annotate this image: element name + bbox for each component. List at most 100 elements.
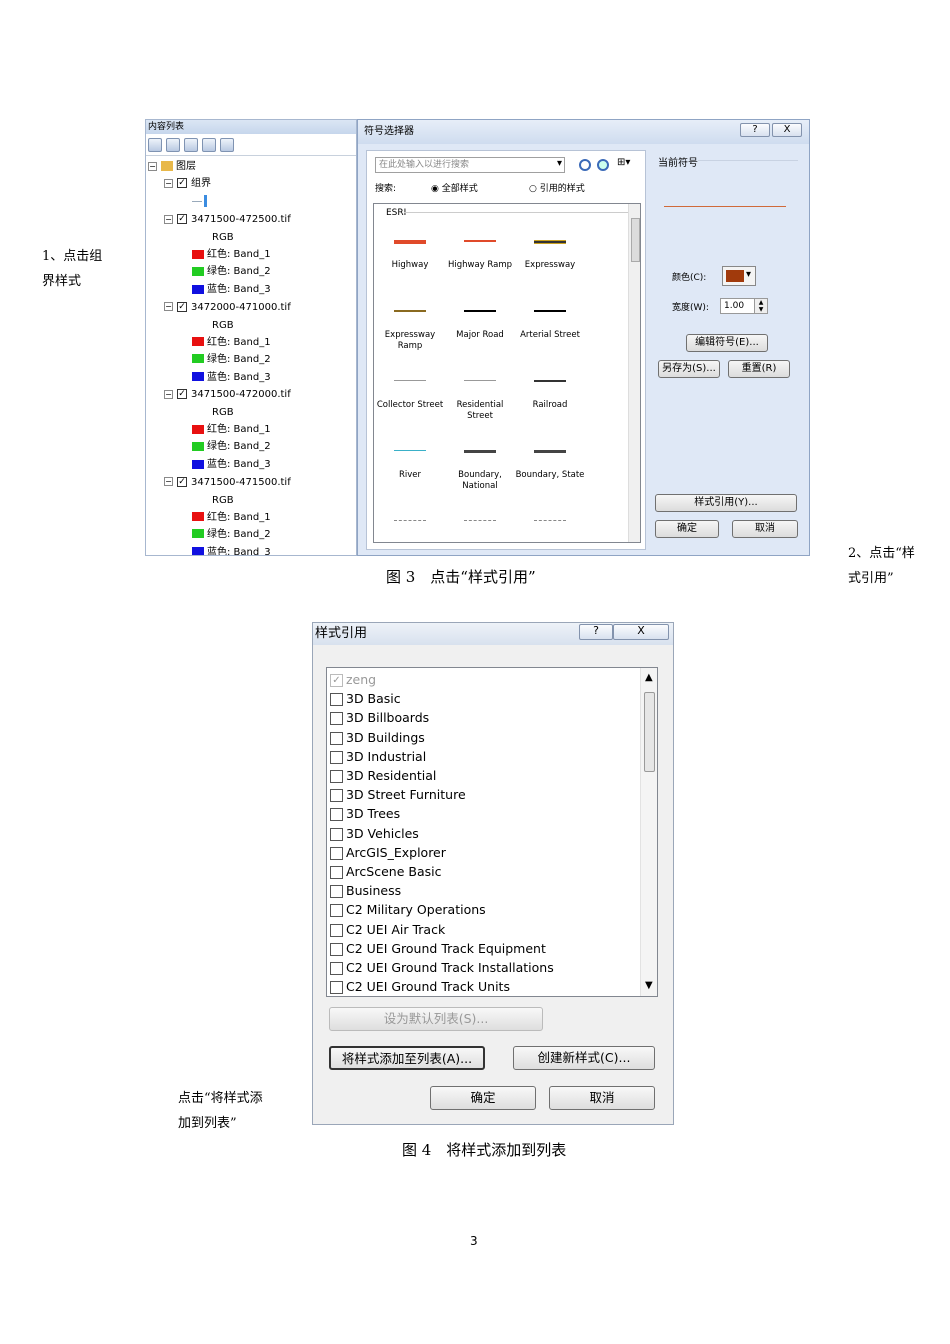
style-checkbox[interactable] [330,923,343,937]
create-new-style-button[interactable]: 创建新样式(C)... [513,1046,655,1070]
search-options-icon[interactable] [597,159,609,171]
symbol-item[interactable]: Collector Street [374,400,446,411]
symbol-item[interactable]: Boundary, National [444,470,516,492]
layer-checkbox[interactable]: ✓ [177,301,187,312]
add-style-to-list-button[interactable]: 将样式添加至列表(A)... [329,1046,485,1070]
style-checkbox[interactable] [330,693,343,707]
radio-all-styles[interactable]: ◉ 全部样式 [431,181,478,194]
style-list-item[interactable]: 3D Billboards [330,708,429,727]
style-list-item[interactable]: C2 Military Operations [330,900,486,919]
style-checkbox[interactable] [330,904,343,918]
symbol-item[interactable]: Highway [374,260,446,271]
style-checkbox[interactable] [330,712,343,726]
style-checkbox[interactable] [330,731,343,745]
style-checkbox[interactable] [330,808,343,822]
toc-layer[interactable]: − ✓ 3471500-471500.tif [164,476,291,490]
toc-layer[interactable]: − ✓ 3471500-472500.tif [164,213,291,227]
style-list-item[interactable]: 3D Residential [330,766,436,785]
style-list-item[interactable]: 3D Basic [330,689,401,708]
toc-layer-rgb-label[interactable]: RGB [212,319,234,333]
style-list-item[interactable]: ✓ zeng [330,670,376,689]
style-list-item[interactable]: 3D Industrial [330,747,426,766]
toc-band-blue[interactable]: 蓝色: Band_3 [192,458,271,472]
symbol-item[interactable]: Railroad [514,400,586,411]
reset-button[interactable]: 重置(R) [728,360,790,378]
style-list-item[interactable]: C2 UEI Ground Track Installations [330,958,554,977]
style-list-item[interactable]: 3D Trees [330,804,400,823]
style-checkbox[interactable] [330,866,343,879]
options-icon[interactable] [220,137,234,152]
symbol-item[interactable]: River [374,470,446,481]
collapse-icon[interactable]: − [164,214,173,224]
style-references-button[interactable]: 样式引用(Y)... [655,494,797,512]
search-input[interactable]: 在此处输入以进行搜索 [375,157,565,173]
style-list-item[interactable]: ArcScene Basic [330,862,441,881]
width-spinner[interactable]: ▲ ▼ [754,298,768,314]
symbol-item[interactable]: Arterial Street [514,330,586,341]
scroll-down-icon[interactable]: ▼ [645,980,653,991]
close-button[interactable]: X [613,624,669,640]
style-checkbox[interactable] [330,846,343,860]
toc-root-layers[interactable]: − 图层 [148,160,196,174]
collapse-icon[interactable]: − [164,389,173,399]
ok-button[interactable]: 确定 [430,1086,536,1110]
search-icon[interactable] [579,159,591,171]
scroll-thumb[interactable] [644,692,655,772]
radio-referenced-styles[interactable]: ○ 引用的样式 [529,181,585,194]
layer-checkbox[interactable]: ✓ [177,214,187,224]
style-list-item[interactable]: 3D Buildings [330,728,425,747]
save-as-button[interactable]: 另存为(S)... [658,360,720,378]
style-list-item[interactable]: C2 UEI Ground Track Equipment [330,939,546,958]
view-options-icon[interactable]: ⊞▾ [617,157,630,168]
ok-button[interactable]: 确定 [655,520,719,538]
style-checkbox[interactable] [330,789,343,803]
symbol-item[interactable]: Boundary, State [514,470,586,481]
edit-symbol-button[interactable]: 编辑符号(E)... [686,334,768,352]
symbol-item[interactable]: Expressway [514,260,586,271]
search-dropdown-icon[interactable]: ▾ [557,158,562,169]
list-by-drawing-order-icon[interactable] [148,137,162,152]
set-default-list-button[interactable]: 设为默认列表(S)... [329,1007,543,1031]
toc-band-green[interactable]: 绿色: Band_2 [192,528,271,542]
toc-layer-rgb-label[interactable]: RGB [212,406,234,420]
symbol-list-scrollbar[interactable] [628,204,640,542]
toc-group-symbol[interactable] [192,195,207,209]
style-list-item[interactable]: Business [330,881,401,900]
style-list-scrollbar[interactable]: ▲ ▼ [640,668,657,996]
layer-checkbox[interactable]: ✓ [177,389,187,399]
close-button[interactable]: X [772,123,802,137]
scroll-up-icon[interactable]: ▲ [645,672,653,683]
symbol-item[interactable]: Major Road [444,330,516,341]
help-button[interactable]: ? [579,624,613,640]
layer-checkbox[interactable]: ✓ [177,476,187,487]
style-list-item[interactable]: C2 UEI Air Track [330,920,445,939]
toc-layer-rgb-label[interactable]: RGB [212,231,234,245]
style-list-item[interactable]: 3D Street Furniture [330,785,466,804]
style-checkbox[interactable]: ✓ [330,674,343,687]
symbol-item[interactable]: Highway Ramp [444,260,516,271]
toc-band-red[interactable]: 红色: Band_1 [192,336,271,350]
style-checkbox[interactable] [330,750,343,764]
toc-band-green[interactable]: 绿色: Band_2 [192,353,271,367]
style-checkbox[interactable] [330,827,343,841]
style-list-item[interactable]: ArcGIS_Explorer [330,843,446,862]
toc-layer-rgb-label[interactable]: RGB [212,494,234,508]
style-checkbox[interactable] [330,962,343,975]
toc-band-red[interactable]: 红色: Band_1 [192,511,271,525]
toc-band-green[interactable]: 绿色: Band_2 [192,440,271,454]
collapse-icon[interactable]: − [164,178,173,188]
style-list-item[interactable]: C2 UEI Ground Track Units [330,977,510,996]
symbol-item[interactable]: Expressway Ramp [374,330,446,352]
list-by-visibility-icon[interactable] [184,137,198,152]
toc-band-blue[interactable]: 蓝色: Band_3 [192,283,271,297]
toc-layer[interactable]: − ✓ 3472000-471000.tif [164,301,291,315]
toc-band-blue[interactable]: 蓝色: Band_3 [192,371,271,385]
help-button[interactable]: ? [740,123,770,137]
layer-checkbox[interactable]: ✓ [177,178,187,188]
cancel-button[interactable]: 取消 [549,1086,655,1110]
style-checkbox[interactable] [330,942,343,956]
toc-band-red[interactable]: 红色: Band_1 [192,423,271,437]
symbol-item[interactable]: Residential Street [444,400,516,422]
toc-layer[interactable]: − ✓ 3471500-472000.tif [164,388,291,402]
style-checkbox[interactable] [330,885,343,899]
